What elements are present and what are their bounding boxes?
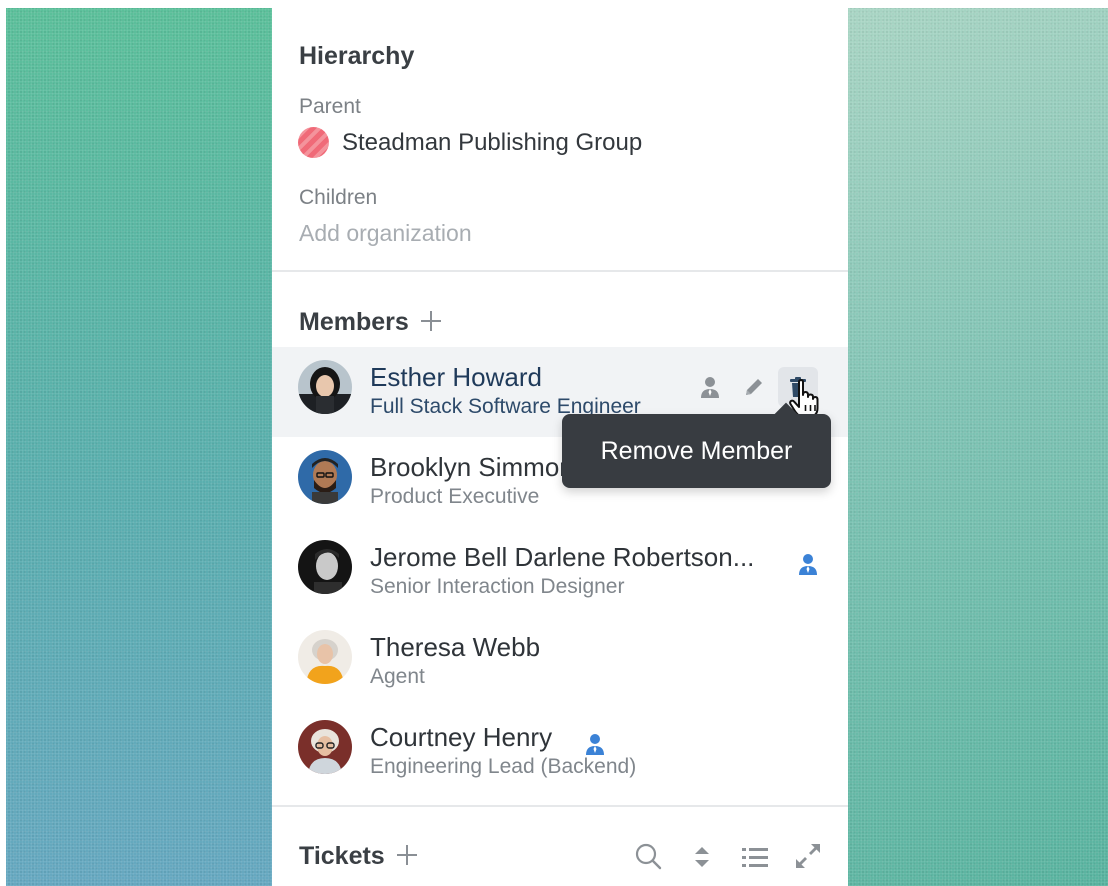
tickets-header: Tickets: [299, 842, 417, 871]
add-organization-link[interactable]: Add organization: [299, 220, 472, 247]
section-divider: [272, 270, 848, 272]
member-name: Brooklyn Simmons: [370, 452, 587, 482]
user-tie-icon: [701, 377, 719, 398]
member-role: Agent: [370, 665, 425, 688]
parent-label: Parent: [299, 95, 361, 118]
members-header: Members: [299, 308, 441, 337]
remove-member-tooltip: Remove Member: [562, 414, 831, 488]
user-tie-icon: [586, 734, 604, 755]
avatar: [298, 720, 352, 774]
sort-icon[interactable]: [692, 844, 712, 870]
member-role: Product Executive: [370, 485, 540, 508]
search-icon[interactable]: [634, 842, 662, 870]
add-ticket-plus-icon[interactable]: [396, 845, 417, 865]
member-role: Engineering Lead (Backend): [370, 755, 637, 778]
member-name: Jerome Bell Darlene Robertson...: [370, 542, 755, 572]
expand-icon[interactable]: [794, 842, 822, 870]
list-icon[interactable]: [742, 847, 768, 869]
member-role: Senior Interaction Designer: [370, 575, 625, 598]
edit-member-button[interactable]: [734, 367, 774, 407]
pencil-icon: [746, 379, 762, 395]
assign-role-button[interactable]: [690, 367, 730, 407]
user-tie-icon: [799, 554, 817, 575]
member-name: Theresa Webb: [370, 632, 541, 662]
side-panel: Hierarchy Parent Steadman Publishing Gro…: [272, 8, 848, 886]
children-label: Children: [299, 186, 378, 209]
member-row[interactable]: Theresa Webb Agent: [272, 617, 848, 707]
member-row[interactable]: Jerome Bell Darlene Robertson... Senior …: [272, 527, 848, 617]
tickets-title: Tickets: [299, 842, 385, 870]
hierarchy-title: Hierarchy: [299, 42, 415, 70]
member-name: Courtney Henry: [370, 722, 553, 752]
avatar: [298, 450, 352, 504]
parent-organization-name: Steadman Publishing Group: [342, 128, 643, 156]
background-right: [848, 8, 1108, 886]
section-divider: [272, 805, 848, 807]
parent-organization[interactable]: Steadman Publishing Group: [298, 127, 642, 158]
avatar: [298, 540, 352, 594]
member-row[interactable]: Courtney Henry Engineering Lead (Backend…: [272, 707, 848, 797]
members-title: Members: [299, 308, 409, 336]
member-name: Esther Howard: [370, 362, 542, 392]
background-left: [6, 8, 272, 886]
add-member-plus-icon[interactable]: [420, 311, 441, 331]
organization-logo-icon: [298, 127, 329, 158]
avatar: [298, 630, 352, 684]
avatar: [298, 360, 352, 414]
